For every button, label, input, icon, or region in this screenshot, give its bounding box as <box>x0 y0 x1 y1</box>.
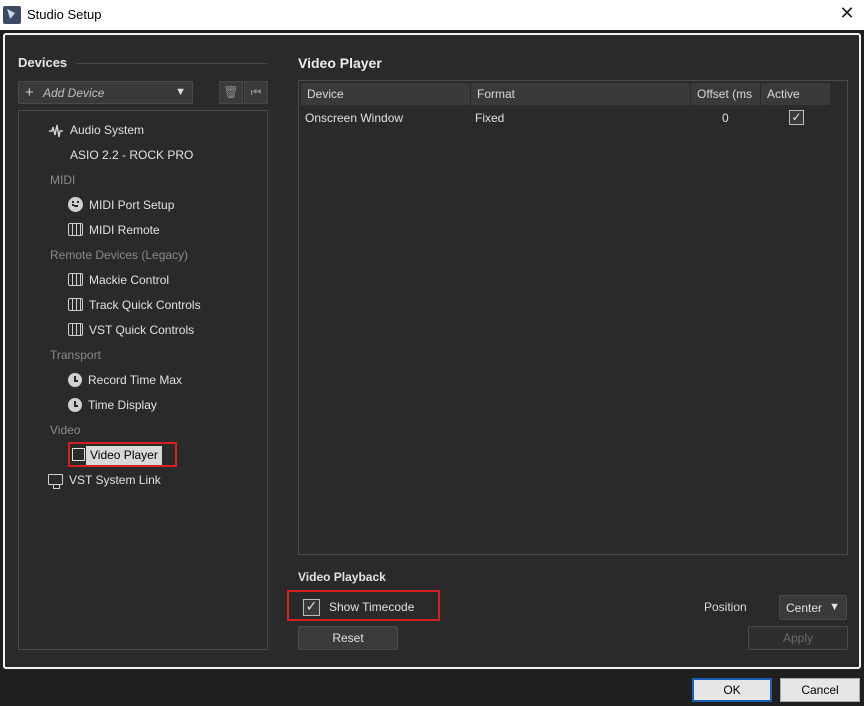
tree-item-vst-system-link[interactable]: VST System Link <box>48 469 161 491</box>
tree-item-mackie-control[interactable]: Mackie Control <box>68 269 169 291</box>
column-header-format[interactable]: Format <box>471 83 691 105</box>
tree-item-audio-system[interactable]: Audio System <box>48 119 144 141</box>
ok-button[interactable]: OK <box>692 678 772 702</box>
keyboard-icon <box>68 273 83 287</box>
keyboard-icon <box>68 223 83 237</box>
position-dropdown[interactable]: Center ▼ <box>779 595 847 620</box>
tree-item-label: VST System Link <box>69 473 161 487</box>
cell-offset[interactable]: 0 <box>722 108 729 128</box>
tree-item-record-time-max[interactable]: Record Time Max <box>68 369 182 391</box>
tree-category-midi: MIDI <box>50 173 76 187</box>
delete-device-button[interactable]: 🗑 <box>219 81 243 104</box>
midi-port-icon <box>68 197 83 213</box>
tree-item-asio[interactable]: ASIO 2.2 - ROCK PRO <box>70 144 193 166</box>
tree-item-label: Audio System <box>70 123 145 137</box>
show-timecode-option[interactable]: ✓ Show Timecode <box>287 590 440 621</box>
title-bar: Studio Setup ✕ <box>0 0 864 30</box>
chevron-down-icon: ▼ <box>175 86 186 98</box>
add-device-label: Add Device <box>43 86 105 100</box>
tree-item-track-quick-controls[interactable]: Track Quick Controls <box>68 294 201 316</box>
column-header-device[interactable]: Device <box>301 83 471 105</box>
tree-item-label: Record Time Max <box>88 373 183 387</box>
position-label: Position <box>704 600 747 614</box>
devices-heading: Devices <box>18 55 68 70</box>
reset-button[interactable]: Reset <box>298 626 398 650</box>
tree-item-label: Time Display <box>88 398 157 412</box>
video-device-table: Device Format Offset (ms Active Onscreen… <box>298 80 848 555</box>
trash-icon: 🗑 <box>223 85 239 99</box>
tree-item-label: MIDI Port Setup <box>89 198 175 212</box>
cancel-button[interactable]: Cancel <box>780 678 860 702</box>
tree-item-midi-remote[interactable]: MIDI Remote <box>68 219 160 241</box>
tree-item-label: MIDI Remote <box>89 223 160 237</box>
clock-icon <box>68 397 82 412</box>
apply-button[interactable]: Apply <box>748 626 848 650</box>
reset-device-button[interactable]: ⏮ <box>244 81 268 104</box>
cell-format: Fixed <box>475 111 505 125</box>
tree-category-video: Video <box>50 423 81 437</box>
column-header-active[interactable]: Active <box>761 83 831 105</box>
tree-item-label: Track Quick Controls <box>89 298 201 312</box>
window-title: Studio Setup <box>27 7 102 22</box>
video-frame-icon <box>72 448 85 461</box>
tree-item-time-display[interactable]: Time Display <box>68 394 157 416</box>
position-value: Center <box>786 601 823 615</box>
waveform-icon <box>48 123 64 137</box>
tree-item-midi-port-setup[interactable]: MIDI Port Setup <box>68 194 174 216</box>
chevron-down-icon: ▼ <box>829 601 840 613</box>
devices-divider <box>76 63 267 64</box>
clock-icon <box>68 372 82 387</box>
tree-item-vst-quick-controls[interactable]: VST Quick Controls <box>68 319 194 341</box>
monitor-icon <box>48 474 63 490</box>
cubase-app-icon <box>3 6 21 24</box>
keyboard-icon <box>68 298 83 312</box>
video-player-heading: Video Player <box>298 55 382 71</box>
tree-item-label: VST Quick Controls <box>89 323 195 337</box>
rewind-icon: ⏮ <box>250 85 262 99</box>
column-header-offset[interactable]: Offset (ms <box>691 83 761 105</box>
cell-device: Onscreen Window <box>305 111 404 125</box>
add-device-dropdown[interactable]: + Add Device ▼ <box>18 81 193 104</box>
close-icon[interactable]: ✕ <box>836 4 858 26</box>
plus-icon: + <box>25 84 34 101</box>
show-timecode-label: Show Timecode <box>329 600 415 614</box>
active-checkbox[interactable]: ✓ <box>789 110 804 125</box>
keyboard-icon <box>68 323 83 337</box>
tree-category-remote-devices: Remote Devices (Legacy) <box>50 248 189 262</box>
tree-category-transport: Transport <box>50 348 101 362</box>
tree-item-label: Video Player <box>86 446 162 465</box>
video-playback-heading: Video Playback <box>298 570 386 584</box>
tree-item-label: Mackie Control <box>89 273 170 287</box>
tree-item-label: ASIO 2.2 - ROCK PRO <box>70 148 194 162</box>
show-timecode-checkbox[interactable]: ✓ <box>303 599 320 616</box>
tree-item-video-player[interactable]: Video Player <box>68 442 177 467</box>
